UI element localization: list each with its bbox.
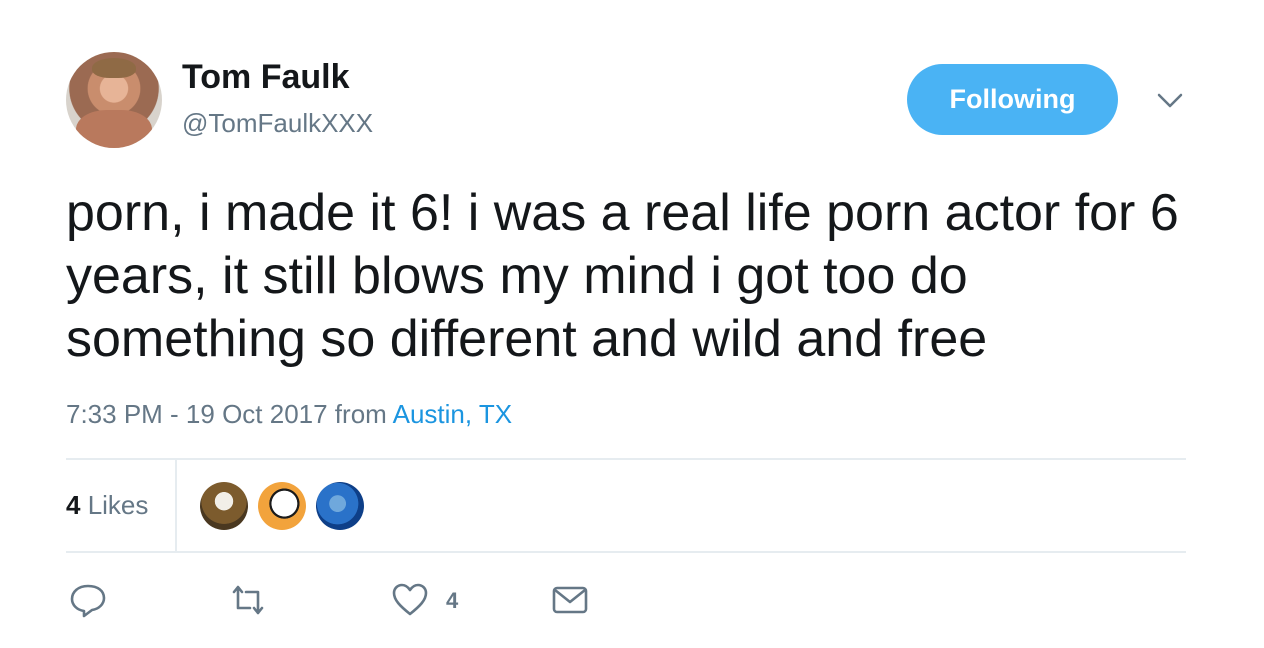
liker-avatar[interactable] bbox=[200, 482, 248, 530]
author-avatar[interactable] bbox=[66, 52, 162, 148]
likes-label: Likes bbox=[80, 490, 149, 520]
reply-icon[interactable] bbox=[68, 582, 108, 618]
liker-avatar[interactable] bbox=[258, 482, 306, 530]
divider bbox=[66, 458, 1186, 460]
envelope-icon[interactable] bbox=[550, 582, 590, 618]
tweet-meta: 7:33 PM - 19 Oct 2017 from Austin, TX bbox=[66, 399, 512, 430]
heart-icon[interactable] bbox=[390, 582, 430, 618]
author-handle[interactable]: @TomFaulkXXX bbox=[182, 108, 373, 139]
following-button[interactable]: Following bbox=[907, 64, 1118, 135]
retweet-icon[interactable] bbox=[228, 582, 268, 618]
likes-stat[interactable]: 4 Likes bbox=[66, 490, 148, 521]
chevron-down-icon[interactable] bbox=[1156, 88, 1184, 112]
likes-count: 4 bbox=[66, 490, 81, 520]
avatar-body bbox=[76, 110, 152, 148]
tweet-timestamp[interactable]: 7:33 PM - 19 Oct 2017 from bbox=[66, 399, 393, 429]
divider-vertical bbox=[175, 460, 177, 552]
tweet-location-link[interactable]: Austin, TX bbox=[393, 399, 512, 429]
author-name[interactable]: Tom Faulk bbox=[182, 58, 350, 97]
avatar-hair bbox=[92, 58, 136, 78]
divider bbox=[66, 551, 1186, 553]
tweet-text: porn, i made it 6! i was a real life por… bbox=[66, 184, 1179, 368]
liker-avatar[interactable] bbox=[316, 482, 364, 530]
like-count[interactable]: 4 bbox=[446, 588, 458, 614]
